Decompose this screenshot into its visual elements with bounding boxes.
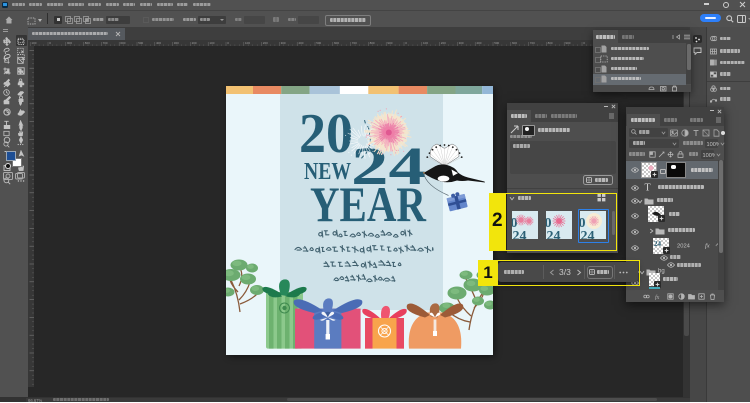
svg-text:fx: fx	[655, 294, 660, 300]
svg-text:YEAR: YEAR	[310, 176, 427, 232]
svg-text:2024: 2024	[677, 244, 691, 250]
svg-text:900: 900	[387, 41, 392, 45]
svg-text:900: 900	[67, 41, 72, 45]
svg-text:600: 600	[334, 41, 339, 45]
svg-text:800: 800	[85, 41, 90, 45]
svg-text:300: 300	[281, 41, 286, 45]
svg-text:100: 100	[245, 41, 250, 45]
svg-text:400: 400	[156, 41, 161, 45]
svg-text:24: 24	[654, 240, 662, 248]
svg-text:900: 900	[565, 41, 570, 45]
svg-text:20: 20	[299, 103, 353, 165]
svg-text:300: 300	[459, 41, 464, 45]
svg-text:500: 500	[316, 41, 321, 45]
svg-text:400: 400	[476, 41, 481, 45]
svg-text:100%: 100%	[707, 141, 720, 146]
svg-text:700: 700	[103, 41, 108, 45]
svg-text:200: 200	[192, 41, 197, 45]
svg-text:500: 500	[494, 41, 499, 45]
svg-text:100: 100	[31, 41, 36, 45]
svg-text:fx: fx	[705, 243, 710, 250]
svg-text:100%: 100%	[703, 152, 716, 157]
svg-text:600: 600	[120, 41, 125, 45]
svg-text:100: 100	[423, 41, 428, 45]
svg-text:200: 200	[263, 41, 268, 45]
svg-text:100: 100	[209, 41, 214, 45]
svg-text:600: 600	[512, 41, 517, 45]
svg-text:400: 400	[298, 41, 303, 45]
svg-text:800: 800	[548, 41, 553, 45]
svg-text:500: 500	[138, 41, 143, 45]
svg-text:200: 200	[441, 41, 446, 45]
svg-text:300: 300	[174, 41, 179, 45]
svg-text:T: T	[645, 183, 651, 193]
svg-text:800: 800	[370, 41, 375, 45]
svg-text:700: 700	[352, 41, 357, 45]
svg-text:700: 700	[530, 41, 535, 45]
